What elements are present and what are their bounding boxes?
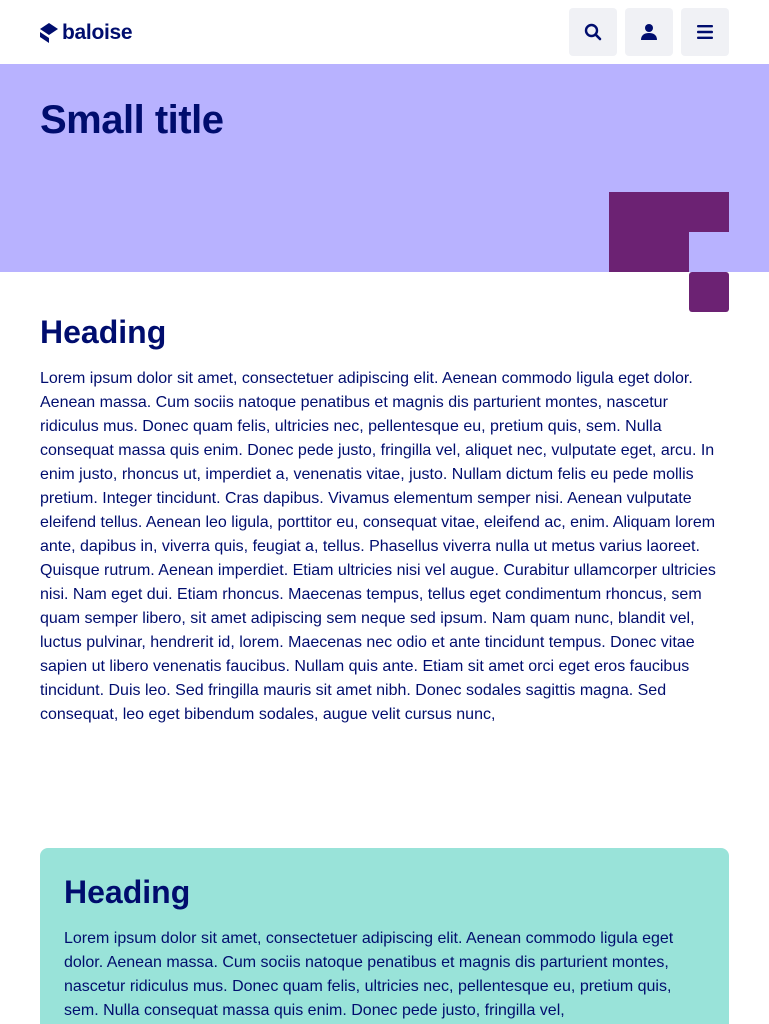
info-card: Heading Lorem ipsum dolor sit amet, cons… <box>40 848 729 1024</box>
card-heading: Heading <box>64 874 191 910</box>
hamburger-menu-icon <box>697 25 713 39</box>
search-icon <box>584 23 602 41</box>
menu-button[interactable] <box>681 8 729 56</box>
search-button[interactable] <box>569 8 617 56</box>
decorative-brand-shape <box>609 192 729 312</box>
section-heading: Heading <box>40 314 167 350</box>
section-paragraph: Lorem ipsum dolor sit amet, consectetuer… <box>40 370 716 723</box>
user-account-button[interactable] <box>625 8 673 56</box>
card-paragraph: Lorem ipsum dolor sit amet, consectetuer… <box>64 930 674 1019</box>
page-title: Small title <box>40 98 224 142</box>
baloise-logo-icon <box>40 23 58 43</box>
baloise-logo[interactable]: baloise <box>40 21 133 44</box>
site-header: baloise <box>0 0 769 64</box>
logo-text: baloise <box>62 21 133 44</box>
user-icon <box>641 24 657 40</box>
